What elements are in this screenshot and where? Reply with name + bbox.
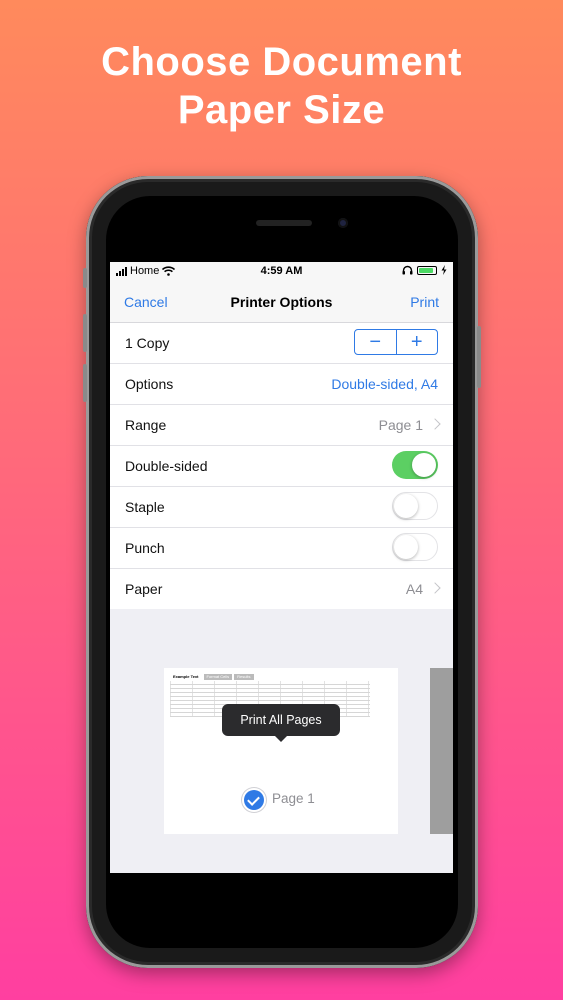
options-value: Double-sided, A4 — [331, 376, 438, 392]
copies-row: 1 Copy − + — [110, 323, 453, 364]
power-button — [477, 326, 481, 388]
page-label: Page 1 — [272, 791, 315, 806]
front-camera — [338, 218, 348, 228]
charging-bolt-icon — [441, 265, 447, 275]
punch-row: Punch — [110, 528, 453, 569]
paper-value: A4 — [405, 581, 423, 597]
mute-switch — [83, 268, 87, 288]
headline: Choose Document Paper Size — [0, 38, 563, 134]
double-sided-label: Double-sided — [125, 458, 208, 474]
double-sided-row: Double-sided — [110, 446, 453, 487]
staple-row: Staple — [110, 487, 453, 528]
battery-icon — [417, 265, 437, 275]
chevron-right-icon — [429, 582, 441, 594]
punch-label: Punch — [125, 540, 165, 556]
volume-down-button — [83, 364, 87, 402]
decrement-button[interactable]: − — [355, 330, 396, 354]
headphones-icon — [402, 265, 413, 275]
speaker-grille — [256, 220, 312, 226]
phone-frame: Home 4:59 AM Cancel Printer Options Prin… — [83, 176, 481, 968]
page-preview[interactable]: Example Text Format Cells Results — [164, 668, 398, 834]
page-title: Printer Options — [230, 294, 333, 310]
staple-toggle[interactable] — [392, 492, 438, 520]
checkmark-icon[interactable] — [244, 790, 264, 810]
increment-button[interactable]: + — [395, 330, 438, 354]
sheet-tab: Results — [234, 674, 254, 680]
options-label: Options — [125, 376, 174, 392]
paper-label: Paper — [125, 581, 163, 597]
status-bar: Home 4:59 AM — [110, 262, 453, 282]
next-page-preview[interactable] — [430, 668, 453, 834]
phone-screen: Home 4:59 AM Cancel Printer Options Prin… — [110, 262, 453, 873]
print-all-pages-tooltip[interactable]: Print All Pages — [222, 704, 340, 742]
headline-line-1: Choose Document — [101, 40, 462, 84]
staple-label: Staple — [125, 499, 165, 515]
range-label: Range — [125, 417, 167, 433]
copies-label: 1 Copy — [125, 335, 170, 351]
double-sided-toggle[interactable] — [392, 451, 438, 479]
sheet-tab: Format Cells — [203, 674, 233, 680]
range-row[interactable]: Range Page 1 — [110, 405, 453, 446]
sheet-tab: Example Text — [170, 674, 202, 680]
paper-row[interactable]: Paper A4 — [110, 569, 453, 609]
headline-line-2: Paper Size — [177, 88, 386, 132]
printer-options-list: 1 Copy − + Options Double-sided, A4 Rang… — [110, 323, 453, 609]
options-row[interactable]: Options Double-sided, A4 — [110, 364, 453, 405]
navigation-bar: Cancel Printer Options Print — [110, 282, 453, 323]
copies-stepper: − + — [354, 329, 438, 355]
punch-toggle[interactable] — [392, 533, 438, 561]
volume-up-button — [83, 314, 87, 352]
chevron-right-icon — [429, 418, 441, 430]
range-value: Page 1 — [378, 417, 423, 433]
print-button[interactable]: Print — [410, 294, 439, 310]
